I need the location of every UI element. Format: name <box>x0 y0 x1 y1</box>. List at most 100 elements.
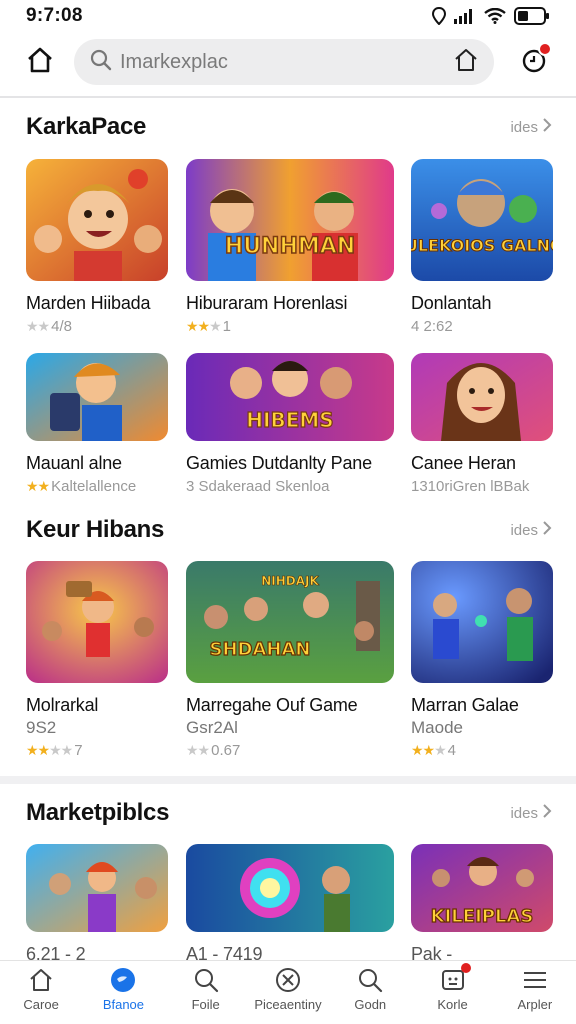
signal-icon <box>454 8 476 24</box>
nav-label: Korle <box>437 997 468 1012</box>
search-bar[interactable] <box>74 39 494 85</box>
app-title: Molrarkal <box>26 695 99 715</box>
app-thumbnail: NIHDAJK SHDAHAN <box>186 561 394 683</box>
nav-item-bfanoe[interactable]: Bfanoe <box>82 961 164 1024</box>
rating-value: Kaltelallence <box>51 478 137 495</box>
section-marketpiblcs: Marketpiblcs ides 6.21 - 2 A1 - 7419 KIL… <box>0 796 576 960</box>
app-rating: ★★ 0.67 <box>186 742 394 759</box>
app-rating: 4 2:62 <box>411 318 553 335</box>
see-more-link[interactable]: ides <box>510 117 552 137</box>
app-thumbnail <box>26 159 168 281</box>
app-card[interactable]: Molrarkal 9S2 ★★★★ 7 <box>26 561 168 759</box>
see-more-link[interactable]: ides <box>510 520 552 540</box>
app-card[interactable]: KILEIPLAS Pak - <box>411 844 553 960</box>
app-title: Hiburaram Horenlasi <box>186 293 348 313</box>
app-rating: 1310riGren lBBak <box>411 478 553 495</box>
app-title: Gamies Dutdanlty Pane <box>186 453 372 473</box>
bottom-navigation: Caroe Bfanoe Foile Piceaentiny Godn Korl… <box>0 960 576 1024</box>
app-thumbnail <box>186 844 394 932</box>
app-title: Marregahe Ouf Game <box>186 695 358 715</box>
section-header: Marketpiblcs ides <box>26 796 552 830</box>
app-card[interactable]: A1 - 7419 <box>186 844 394 960</box>
app-card[interactable]: Marden Hiibada ★★ 4/8 <box>26 159 168 335</box>
section-divider <box>0 776 576 784</box>
rating-value: 4 2:62 <box>411 318 453 335</box>
section-karkapace: KarkaPace ides Marden Hiibada ★★ 4/8 HUN… <box>0 110 576 500</box>
app-thumbnail: MULEKOIOS GALNOS <box>411 159 553 281</box>
game-controller-icon <box>274 965 302 995</box>
app-thumbnail: HUNHMAN <box>186 159 394 281</box>
header-divider <box>0 96 576 98</box>
nav-label: Godn <box>354 997 387 1012</box>
status-icons <box>432 7 550 25</box>
nav-label: Caroe <box>23 997 59 1012</box>
app-title: Marden Hiibada <box>26 293 151 313</box>
app-title: Canee Heran <box>411 453 516 473</box>
nav-item-piceaentiny[interactable]: Piceaentiny <box>247 961 329 1024</box>
see-more-label: ides <box>510 804 538 822</box>
battery-icon <box>514 7 550 25</box>
app-thumbnail: KILEIPLAS <box>411 844 553 932</box>
app-rating: ★★★ 4 <box>411 742 553 759</box>
nav-item-caroe[interactable]: Caroe <box>0 961 82 1024</box>
app-thumbnail: HIBEMS <box>186 353 394 441</box>
thumb-text: MULEKOIOS GALNOS <box>411 236 553 255</box>
store-icon <box>454 48 478 77</box>
notifications-button[interactable] <box>516 42 552 80</box>
rating-stars: ★★★ <box>186 318 222 334</box>
search-icon <box>90 49 112 76</box>
home-icon <box>28 965 54 995</box>
nav-label: Piceaentiny <box>254 997 322 1012</box>
chevron-right-icon <box>542 520 552 540</box>
app-card[interactable]: 6.21 - 2 <box>26 844 168 960</box>
app-card[interactable]: Marran Galae Maode ★★★ 4 <box>411 561 553 759</box>
nav-item-korle[interactable]: Korle <box>411 961 493 1024</box>
location-icon <box>432 7 446 25</box>
app-card[interactable]: HUNHMAN Hiburaram Horenlasi ★★★ 1 <box>186 159 394 335</box>
rating-stars: ★★★ <box>411 742 447 758</box>
search-icon <box>193 965 219 995</box>
app-card[interactable]: Mauanl alne ★★ Kaltelallence <box>26 353 168 495</box>
rating-value: 1310riGren lBBak <box>411 478 530 495</box>
menu-icon <box>522 965 548 995</box>
wifi-icon <box>484 8 506 24</box>
rating-value: 0.67 <box>211 742 241 759</box>
rating-stars: ★★ <box>186 742 210 758</box>
nav-item-arpler[interactable]: Arpler <box>494 961 576 1024</box>
app-thumbnail <box>26 844 168 932</box>
see-more-link[interactable]: ides <box>510 803 552 823</box>
section-title: Marketpiblcs <box>26 799 170 826</box>
search-icon <box>357 965 383 995</box>
thumb-text: HUNHMAN <box>225 234 355 259</box>
home-button[interactable] <box>22 42 58 82</box>
section-keur-hibans: Keur Hibans ides Molrarkal 9S2 ★★★★ 7 NI… <box>0 513 576 763</box>
top-bar <box>0 34 576 92</box>
section-header: KarkaPace ides <box>26 110 552 144</box>
app-rating: ★★ 4/8 <box>26 318 168 335</box>
rating-value: 1 <box>222 318 232 335</box>
app-card[interactable]: NIHDAJK SHDAHAN Marregahe Ouf Game Gsr2A… <box>186 561 394 759</box>
thumb-text: HIBEMS <box>246 408 333 432</box>
rating-stars: ★★ <box>26 318 50 334</box>
section-header: Keur Hibans ides <box>26 513 552 547</box>
app-card[interactable]: MULEKOIOS GALNOS Donlantah 4 2:62 <box>411 159 553 335</box>
app-title: Marran Galae <box>411 695 519 715</box>
search-input[interactable] <box>120 50 450 74</box>
app-rating: ★★ Kaltelallence <box>26 478 168 495</box>
chevron-right-icon <box>542 803 552 823</box>
app-card[interactable]: Canee Heran 1310riGren lBBak <box>411 353 553 495</box>
globe-icon <box>109 965 137 995</box>
nav-item-godn[interactable]: Godn <box>329 961 411 1024</box>
nav-item-foile[interactable]: Foile <box>165 961 247 1024</box>
store-button[interactable] <box>452 48 480 76</box>
notification-badge <box>538 42 552 56</box>
app-title: Mauanl alne <box>26 453 122 473</box>
nav-label: Bfanoe <box>102 997 145 1012</box>
rating-stars: ★★★★ <box>26 742 73 758</box>
app-thumbnail <box>411 561 553 683</box>
app-card[interactable]: HIBEMS Gamies Dutdanlty Pane 3 Sdakeraad… <box>186 353 394 495</box>
section-title: Keur Hibans <box>26 516 165 543</box>
app-thumbnail <box>26 353 168 441</box>
section-title: KarkaPace <box>26 113 147 140</box>
rating-value: 3 Sdakeraad Skenloa <box>186 478 330 495</box>
